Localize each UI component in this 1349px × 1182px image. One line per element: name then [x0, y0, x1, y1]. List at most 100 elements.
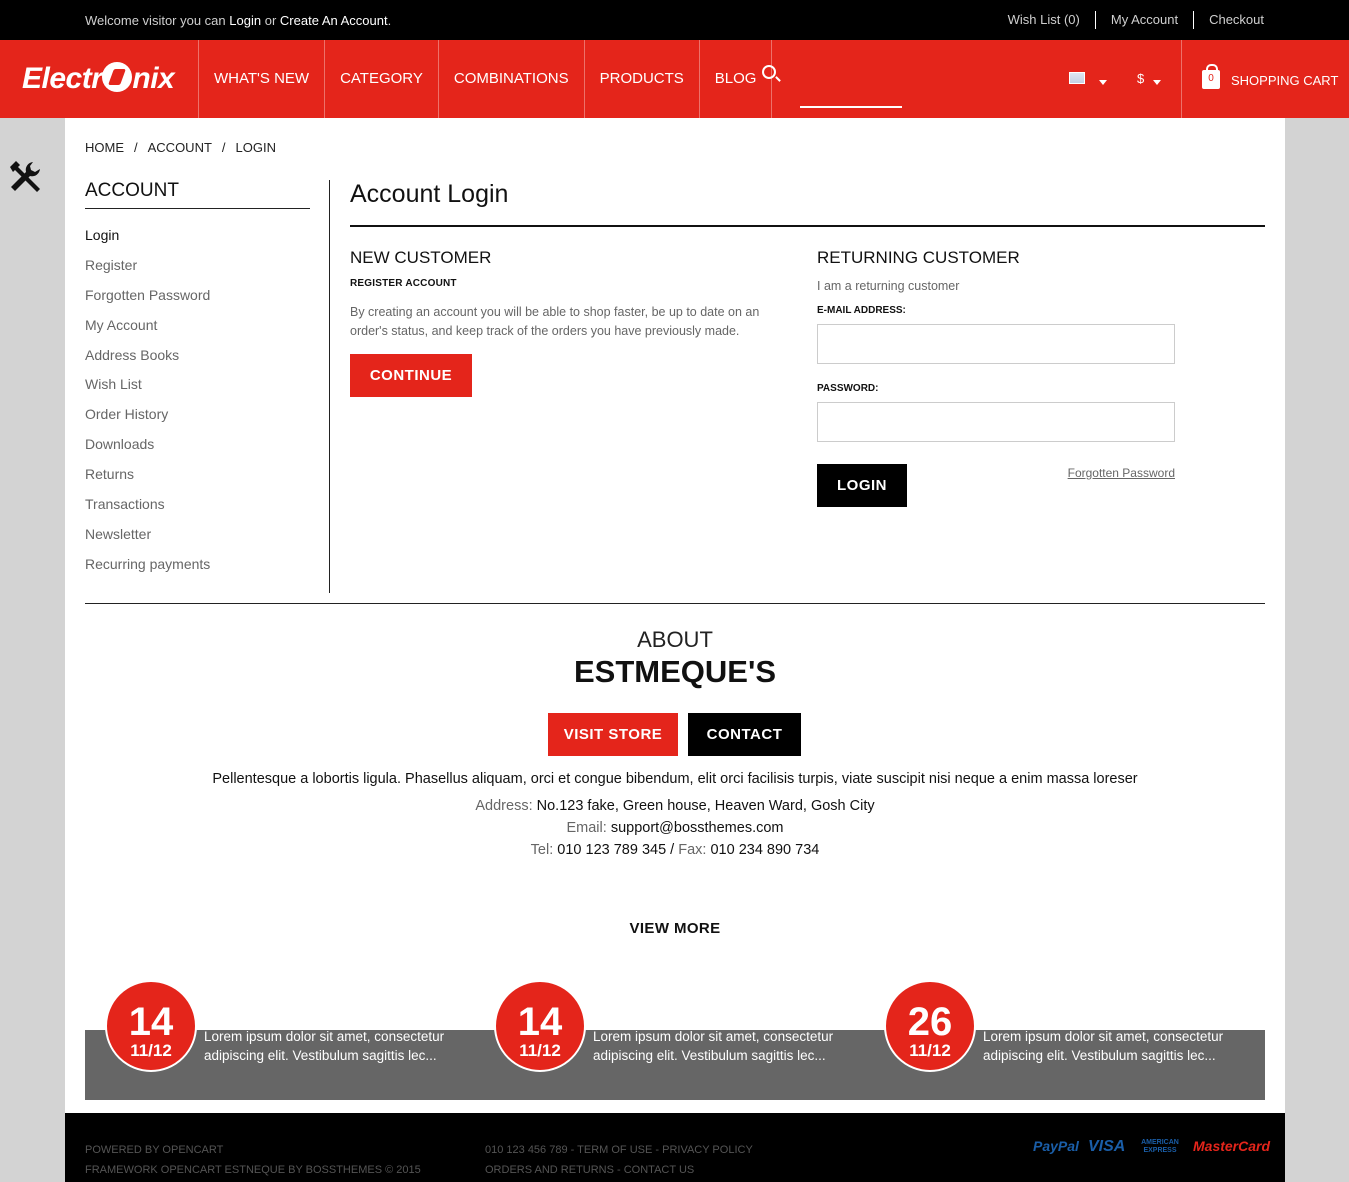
visit-store-button[interactable]: VISIT STORE [548, 713, 678, 756]
search-button[interactable] [762, 65, 776, 84]
top-links: Wish List (0) My Account Checkout [993, 0, 1264, 40]
logo-text-left: Electr [22, 62, 103, 95]
main-nav: WHAT'S NEW CATEGORY COMBINATIONS PRODUCT… [198, 40, 773, 118]
welcome-text: Welcome visitor you can [85, 13, 226, 28]
wishlist-link[interactable]: Wish List (0) [993, 11, 1095, 29]
tel-value: 010 123 789 345 [557, 842, 667, 858]
my-account-link[interactable]: My Account [1094, 11, 1193, 29]
sidebar-item-login[interactable]: Login [85, 227, 329, 257]
breadcrumb: HOME / ACCOUNT / LOGIN [85, 140, 276, 155]
continue-button[interactable]: CONTINUE [350, 354, 472, 397]
currency-selector[interactable]: $ [1137, 71, 1144, 86]
logo-mark-icon [102, 62, 133, 92]
tools-icon[interactable] [6, 158, 46, 198]
cart-count: 0 [1208, 73, 1214, 84]
footer-powered[interactable]: POWERED BY OPENCART [85, 1140, 421, 1160]
footer-links: 010 123 456 789 - TERM OF USE - PRIVACY … [485, 1140, 753, 1180]
news-excerpt: Lorem ipsum dolor sit amet, consectetur … [204, 1029, 445, 1063]
forgotten-password-link[interactable]: Forgotten Password [1068, 466, 1175, 480]
news-day: 14 [128, 1000, 174, 1044]
footer-links-line1[interactable]: 010 123 456 789 - TERM OF USE - PRIVACY … [485, 1140, 753, 1160]
news-day: 14 [517, 1000, 563, 1044]
sidebar-item-newsletter[interactable]: Newsletter [85, 526, 329, 556]
footer: POWERED BY OPENCART FRAMEWORK OPENCART E… [65, 1113, 1285, 1182]
breadcrumb-separator: / [221, 140, 226, 155]
news-date-badge: 26 11/12 [884, 980, 976, 1072]
sidebar-item-transactions[interactable]: Transactions [85, 496, 329, 526]
email-value[interactable]: support@bossthemes.com [611, 820, 784, 836]
top-login-link[interactable]: Login [229, 13, 261, 28]
footer-links-line2[interactable]: ORDERS AND RETURNS - CONTACT US [485, 1160, 753, 1180]
returning-customer-note: I am a returning customer [817, 279, 960, 293]
news-month: 11/12 [130, 1041, 172, 1060]
search-input[interactable] [800, 88, 902, 108]
nav-whats-new[interactable]: WHAT'S NEW [198, 40, 324, 118]
logo[interactable]: Electr nix [22, 62, 175, 96]
breadcrumb-login[interactable]: LOGIN [236, 140, 276, 155]
contact-button[interactable]: CONTACT [688, 713, 801, 756]
footer-framework[interactable]: FRAMEWORK OPENCART ESTNEQUE BY BOSSTHEME… [85, 1160, 421, 1180]
language-caret-icon[interactable] [1099, 80, 1107, 85]
paypal-icon: PayPal [1033, 1138, 1079, 1154]
news-month: 11/12 [519, 1041, 561, 1060]
returning-customer-heading: RETURNING CUSTOMER [817, 248, 1020, 267]
breadcrumb-home[interactable]: HOME [85, 140, 124, 155]
account-sidebar: ACCOUNT Login Register Forgotten Passwor… [85, 180, 330, 593]
sidebar-item-register[interactable]: Register [85, 257, 329, 287]
fax-value: 010 234 890 734 [710, 842, 820, 858]
main-content-area: HOME / ACCOUNT / LOGIN ACCOUNT Login Registe… [65, 118, 1285, 1113]
tel-label: Tel: [530, 842, 554, 858]
password-field[interactable] [817, 402, 1175, 442]
news-date-badge: 14 11/12 [105, 980, 197, 1072]
amex-icon: AMERICAN EXPRESS [1141, 1139, 1179, 1154]
logo-text-right: nix [132, 62, 175, 95]
page-title: Account Login [350, 180, 1265, 227]
login-content: Account Login NEW CUSTOMER REGISTER ACCO… [350, 180, 1265, 507]
mastercard-icon: MasterCard [1193, 1138, 1271, 1154]
nav-combinations[interactable]: COMBINATIONS [437, 40, 584, 118]
password-label: PASSWORD: [817, 383, 879, 394]
view-more-link[interactable]: VIEW MORE [65, 920, 1285, 937]
section-divider [85, 603, 1265, 604]
sidebar-item-address-books[interactable]: Address Books [85, 347, 329, 377]
sidebar-item-returns[interactable]: Returns [85, 466, 329, 496]
visa-icon: VISA [1088, 1138, 1126, 1155]
language-flag-icon[interactable] [1069, 72, 1085, 84]
checkout-link[interactable]: Checkout [1193, 11, 1264, 29]
sidebar-item-my-account[interactable]: My Account [85, 317, 329, 347]
address-label: Address: [475, 798, 533, 814]
login-button[interactable]: LOGIN [817, 464, 907, 507]
create-account-link[interactable]: Create An Account [280, 13, 388, 28]
new-customer-heading: NEW CUSTOMER [350, 248, 492, 267]
register-description: By creating an account you will be able … [350, 305, 760, 338]
footer-credits: POWERED BY OPENCART FRAMEWORK OPENCART E… [85, 1140, 421, 1180]
sidebar-item-recurring-payments[interactable]: Recurring payments [85, 556, 329, 586]
email-field[interactable] [817, 324, 1175, 364]
email-label-about: Email: [566, 820, 607, 836]
tel-separator: / [670, 842, 675, 858]
news-day: 26 [907, 1000, 953, 1044]
register-account-subheading: REGISTER ACCOUNT [350, 278, 457, 289]
period-text: . [387, 13, 392, 28]
new-customer-panel: NEW CUSTOMER REGISTER ACCOUNT By creatin… [350, 248, 790, 397]
news-month: 11/12 [909, 1041, 951, 1060]
main-header: Electr nix WHAT'S NEW CATEGORY COMBINATIO… [0, 40, 1349, 118]
breadcrumb-account[interactable]: ACCOUNT [148, 140, 212, 155]
sidebar-item-downloads[interactable]: Downloads [85, 436, 329, 466]
nav-category[interactable]: CATEGORY [324, 40, 438, 118]
news-excerpt: Lorem ipsum dolor sit amet, consectetur … [983, 1029, 1224, 1063]
news-excerpt: Lorem ipsum dolor sit amet, consectetur … [593, 1029, 834, 1063]
welcome-message: Welcome visitor you can Login or Create … [85, 13, 391, 28]
sidebar-item-forgotten-password[interactable]: Forgotten Password [85, 287, 329, 317]
fax-label: Fax: [678, 842, 707, 858]
sidebar-item-order-history[interactable]: Order History [85, 406, 329, 436]
nav-products[interactable]: PRODUCTS [583, 40, 699, 118]
about-email: Email: support@bossthemes.com [65, 820, 1285, 836]
search-icon [762, 65, 776, 79]
currency-caret-icon[interactable] [1153, 80, 1161, 85]
sidebar-item-wish-list[interactable]: Wish List [85, 376, 329, 406]
cart-label: SHOPPING CART [1231, 73, 1339, 88]
about-description: Pellentesque a lobortis ligula. Phasellu… [212, 771, 1138, 787]
shopping-cart[interactable]: 0 SHOPPING CART [1181, 40, 1349, 118]
about-phone: Tel: 010 123 789 345 / Fax: 010 234 890 … [65, 842, 1285, 858]
